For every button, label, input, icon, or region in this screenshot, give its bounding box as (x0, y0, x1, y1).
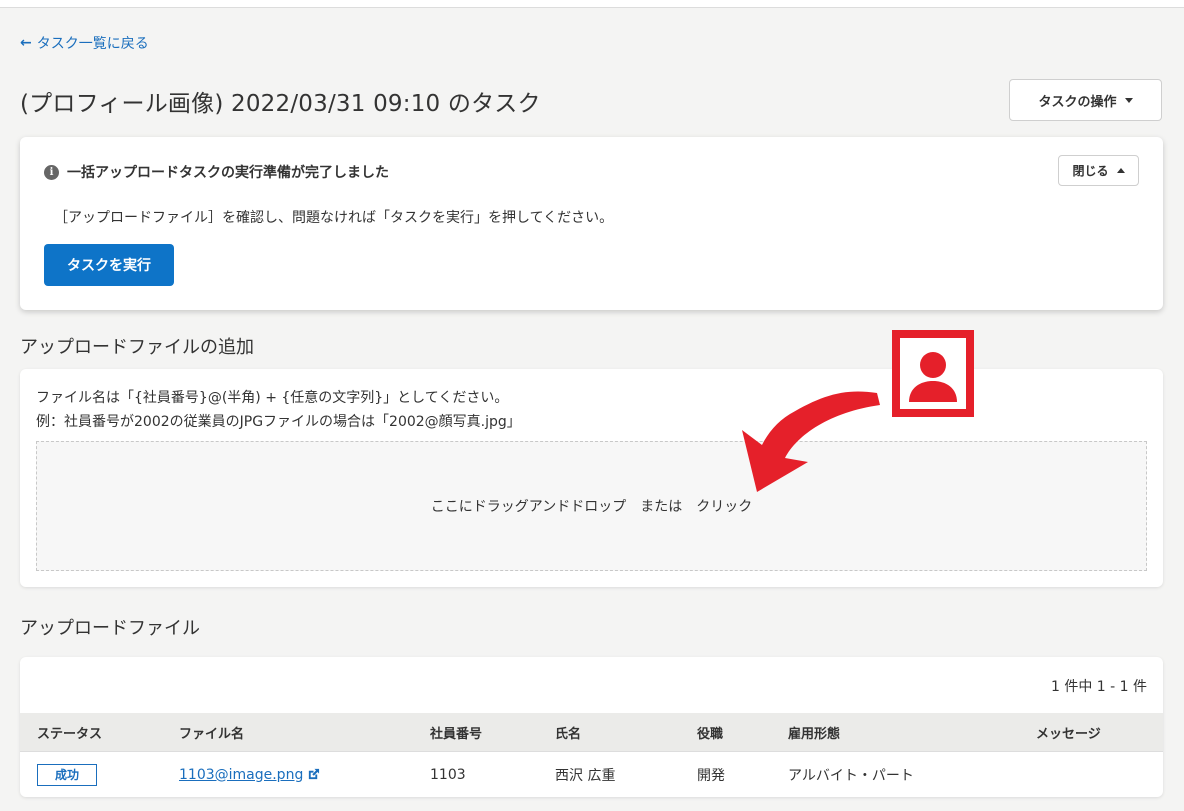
result-count: 1 件中 1 - 1 件 (1050, 679, 1147, 695)
upload-card: ファイル名は「{社員番号}@(半角) + {任意の文字列}」としてください。 例… (20, 369, 1163, 587)
filename-rule-hint: ファイル名は「{社員番号}@(半角) + {任意の文字列}」としてください。 (36, 390, 509, 406)
header-status: ステータス (37, 726, 103, 742)
task-operations-button[interactable]: タスクの操作 (1009, 79, 1162, 121)
notice-heading: i 一括アップロードタスクの実行準備が完了しました (44, 162, 389, 182)
task-operations-label: タスクの操作 (1038, 94, 1117, 110)
upload-files-section-title: アップロードファイル (20, 618, 200, 639)
ready-notice-panel: i 一括アップロードタスクの実行準備が完了しました 閉じる ［アップロードファイ… (20, 137, 1163, 310)
header-employee-number: 社員番号 (430, 726, 483, 742)
table-row: 成功 1103@image.png 1103 西沢 広重 開発 アルバイト・パー… (20, 751, 1163, 797)
top-bar (0, 0, 1184, 8)
header-employment-type: 雇用形態 (788, 726, 841, 742)
chevron-up-icon (1116, 168, 1125, 173)
close-label: 閉じる (1072, 164, 1109, 178)
position-cell: 開発 (697, 767, 725, 784)
file-name-text: 1103@image.png (179, 766, 304, 783)
file-dropzone[interactable]: ここにドラッグアンドドロップ または クリック (36, 441, 1147, 571)
name-cell: 西沢 広重 (555, 767, 616, 784)
status-cell: 成功 (37, 752, 97, 797)
chevron-down-icon (1124, 97, 1133, 103)
header-file-name: ファイル名 (179, 726, 245, 742)
table-header: ステータス ファイル名 社員番号 氏名 役職 雇用形態 メッセージ (20, 713, 1163, 751)
person-silhouette-icon (900, 338, 966, 409)
page-title: (プロフィール画像) 2022/03/31 09:10 のタスク (20, 91, 541, 117)
notice-body-text: ［アップロードファイル］を確認し、問題なければ「タスクを実行」を押してください。 (54, 210, 614, 226)
header-name: 氏名 (555, 726, 582, 742)
header-position: 役職 (697, 726, 724, 742)
employee-number-cell: 1103 (430, 766, 466, 783)
upload-files-table: 1 件中 1 - 1 件 ステータス ファイル名 社員番号 氏名 役職 雇用形態… (20, 657, 1163, 797)
dropzone-text: ここにドラッグアンドドロップ または クリック (430, 499, 753, 515)
employment-type-cell: アルバイト・パート (788, 767, 914, 784)
back-link-label: タスク一覧に戻る (36, 36, 149, 52)
notice-heading-text: 一括アップロードタスクの実行準備が完了しました (67, 165, 389, 181)
file-name-cell: 1103@image.png (179, 752, 320, 797)
filename-example-hint: 例：社員番号が2002の従業員のJPGファイルの場合は「2002@顔写真.jpg… (36, 414, 521, 430)
info-icon: i (44, 164, 59, 180)
annotation-avatar-box (892, 330, 974, 417)
arrow-left-icon: ← (20, 35, 32, 51)
header-message: メッセージ (1036, 726, 1101, 742)
close-notice-button[interactable]: 閉じる (1058, 155, 1139, 186)
file-name-link[interactable]: 1103@image.png (179, 767, 320, 783)
add-upload-section-title: アップロードファイルの追加 (20, 337, 254, 358)
status-badge: 成功 (37, 763, 97, 786)
external-link-icon (309, 768, 320, 780)
back-to-task-list-link[interactable]: ← タスク一覧に戻る (20, 33, 149, 53)
run-task-button[interactable]: タスクを実行 (44, 244, 174, 286)
